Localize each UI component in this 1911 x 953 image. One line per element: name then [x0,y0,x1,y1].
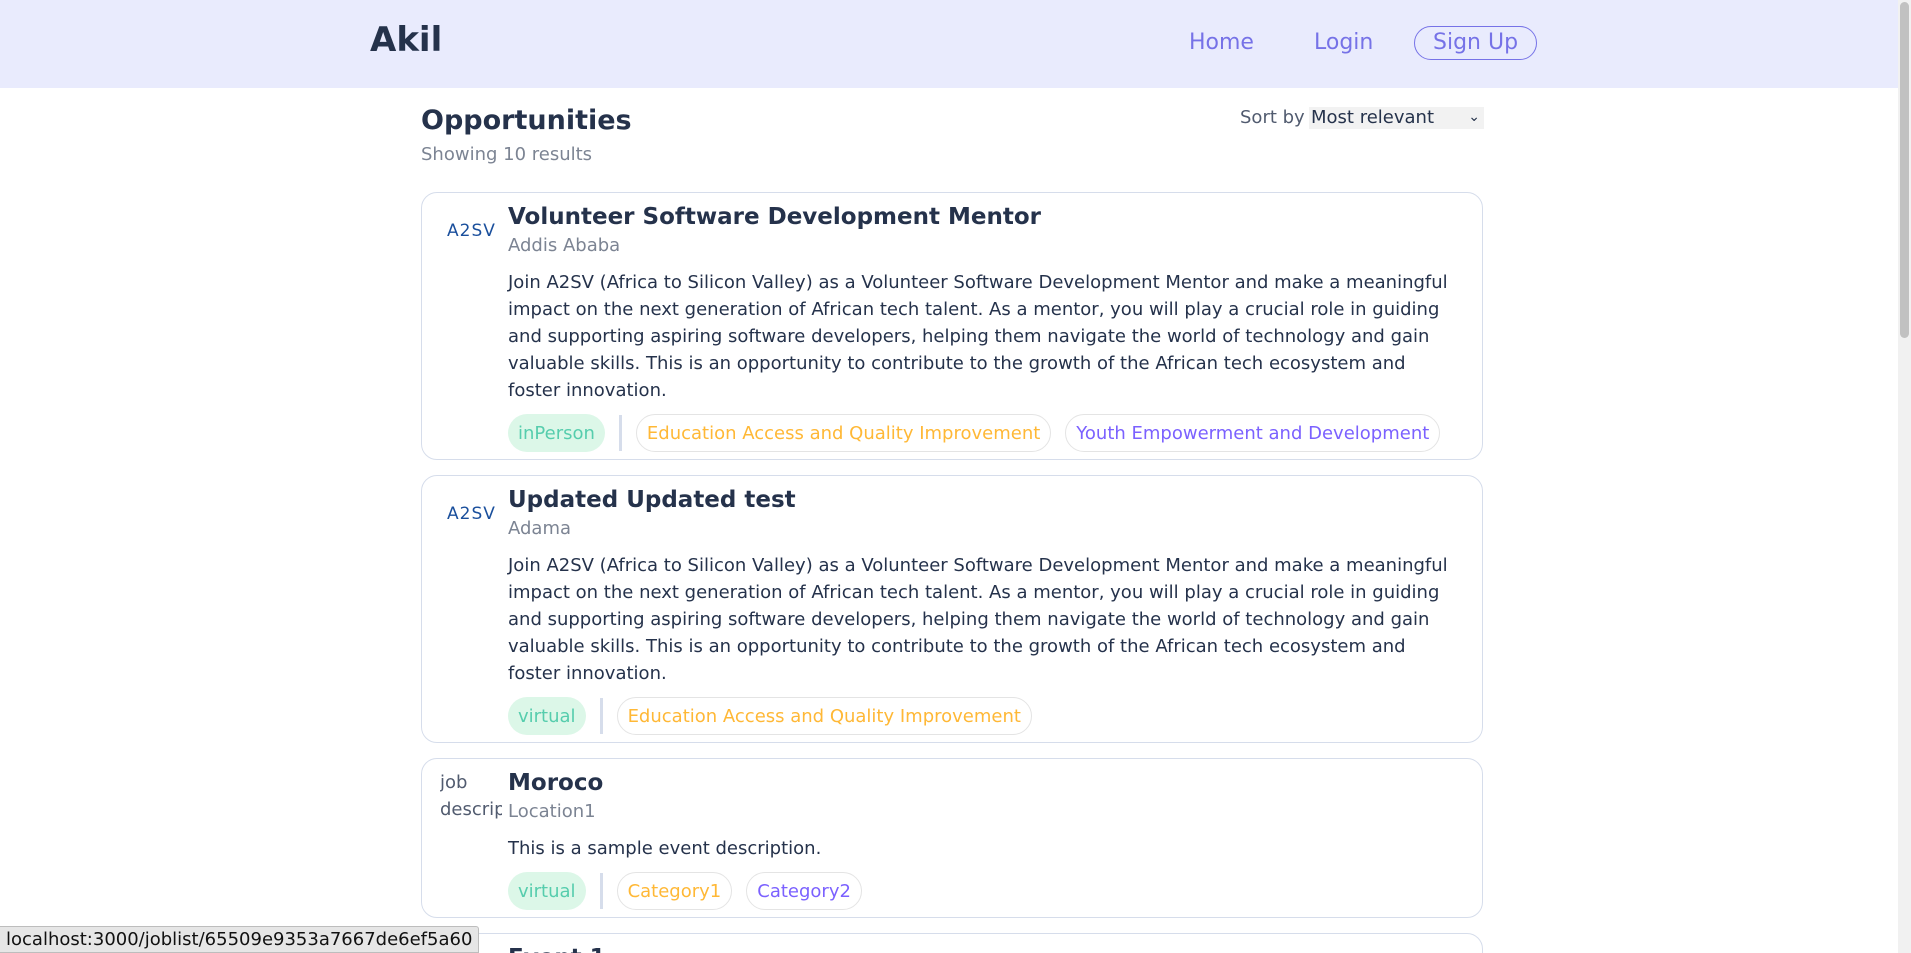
job-description: This is a sample event description. [508,838,822,859]
sort-select[interactable]: Most relevant ⌄ [1309,107,1484,129]
tag-divider [599,698,603,734]
category-tag: Education Access and Quality Improvement [635,414,1052,452]
page-title: Opportunities [421,105,632,136]
nav-signup-button[interactable]: Sign Up [1414,26,1538,60]
navbar: Akil Home Login Sign Up [0,0,1911,88]
job-card[interactable]: A2SV Volunteer Software Development Ment… [421,192,1483,460]
job-title[interactable]: Volunteer Software Development Mentor [508,204,1041,230]
broken-image-icon: job description [440,769,502,829]
chevron-down-icon: ⌄ [1468,109,1480,125]
job-tags: virtual Education Access and Quality Imp… [508,697,1046,735]
category-tag: Category1 [616,872,733,910]
job-title[interactable]: Updated Updated test [508,487,796,513]
company-logo: A2SV [447,221,495,247]
mode-tag: virtual [508,872,586,910]
category-tag: Category2 [746,872,862,910]
job-location: Addis Ababa [508,235,621,256]
job-card[interactable]: A2SV Updated Updated test Adama Join A2S… [421,475,1483,743]
results-count: Showing 10 results [421,144,593,165]
tag-divider [618,415,622,451]
mode-tag: virtual [508,697,586,735]
job-card[interactable]: Event 1 [421,933,1483,953]
scrollbar[interactable] [1898,0,1911,953]
company-logo-text: A2SV [447,221,496,241]
nav-home-link[interactable]: Home [1170,26,1273,60]
sort-label: Sort by [1240,107,1305,128]
job-title[interactable]: Moroco [508,770,603,796]
mode-tag: inPerson [508,414,605,452]
job-tags: virtual Category1 Category2 [508,872,876,910]
scrollbar-thumb[interactable] [1900,2,1909,338]
job-tags: inPerson Education Access and Quality Im… [508,414,1454,452]
job-location: Adama [508,518,572,539]
nav-login-link[interactable]: Login [1295,26,1392,60]
tag-divider [599,873,603,909]
category-tag: Youth Empowerment and Development [1065,414,1441,452]
link-preview-status-bar: localhost:3000/joblist/65509e9353a7667de… [0,926,480,953]
company-logo: A2SV [447,504,495,530]
job-title[interactable]: Event 1 [508,945,606,953]
company-logo-text: A2SV [447,504,496,524]
job-card[interactable]: job description Moroco Location1 This is… [421,758,1483,918]
brand-logo[interactable]: Akil [370,20,442,60]
job-location: Location1 [508,801,596,822]
category-tag: Education Access and Quality Improvement [616,697,1032,735]
sort-select-value: Most relevant [1311,107,1435,128]
job-description: Join A2SV (Africa to Silicon Valley) as … [508,555,1448,684]
logo-alt-text: job description [440,772,502,820]
job-description: Join A2SV (Africa to Silicon Valley) as … [508,272,1448,401]
